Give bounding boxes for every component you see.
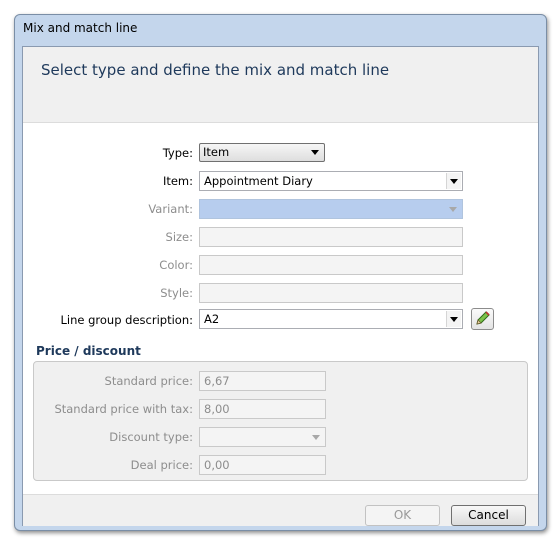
type-value: Item bbox=[203, 145, 230, 159]
deal-price-label: Deal price: bbox=[130, 458, 193, 472]
type-select[interactable]: Item bbox=[199, 143, 325, 162]
color-label: Color: bbox=[159, 258, 193, 272]
chevron-down-icon[interactable] bbox=[446, 173, 461, 189]
standard-price-tax-label: Standard price with tax: bbox=[54, 402, 193, 416]
chevron-down-icon bbox=[311, 150, 319, 155]
standard-price-field[interactable]: 6,67 bbox=[199, 371, 326, 391]
variant-label: Variant: bbox=[148, 202, 193, 216]
window-title: Mix and match line bbox=[23, 21, 138, 35]
pencil-icon bbox=[476, 311, 490, 325]
edit-line-group-button[interactable] bbox=[471, 308, 494, 330]
standard-price-tax-field[interactable]: 8,00 bbox=[199, 399, 326, 419]
item-value: Appointment Diary bbox=[204, 174, 313, 188]
color-field[interactable] bbox=[199, 255, 463, 275]
header-title: Select type and define the mix and match… bbox=[41, 61, 390, 79]
dialog-header: Select type and define the mix and match… bbox=[23, 47, 538, 123]
dialog-footer: OK Cancel bbox=[23, 494, 538, 526]
discount-type-label: Discount type: bbox=[109, 430, 193, 444]
cancel-button[interactable]: Cancel bbox=[451, 505, 526, 526]
type-label: Type: bbox=[162, 146, 193, 160]
discount-type-combo[interactable] bbox=[199, 427, 326, 447]
size-label: Size: bbox=[165, 230, 193, 244]
dialog-window: Mix and match line ? Select type and def… bbox=[14, 14, 547, 531]
price-section-title: Price / discount bbox=[36, 344, 141, 358]
chevron-down-icon[interactable] bbox=[446, 311, 461, 327]
size-field[interactable] bbox=[199, 227, 463, 247]
item-label: Item: bbox=[162, 174, 193, 188]
item-combo[interactable]: Appointment Diary bbox=[199, 171, 463, 191]
chevron-down-icon[interactable] bbox=[446, 201, 461, 217]
chevron-down-icon[interactable] bbox=[309, 429, 324, 445]
standard-price-label: Standard price: bbox=[104, 374, 193, 388]
style-field[interactable] bbox=[199, 283, 463, 303]
variant-combo[interactable] bbox=[199, 199, 463, 219]
deal-price-field[interactable]: 0,00 bbox=[199, 455, 326, 475]
dialog-client: Select type and define the mix and match… bbox=[22, 46, 539, 526]
line-group-label: Line group description: bbox=[60, 313, 194, 327]
line-group-value: A2 bbox=[204, 312, 220, 326]
line-group-combo[interactable]: A2 bbox=[199, 309, 463, 329]
ok-button[interactable]: OK bbox=[365, 505, 440, 526]
style-label: Style: bbox=[160, 286, 193, 300]
